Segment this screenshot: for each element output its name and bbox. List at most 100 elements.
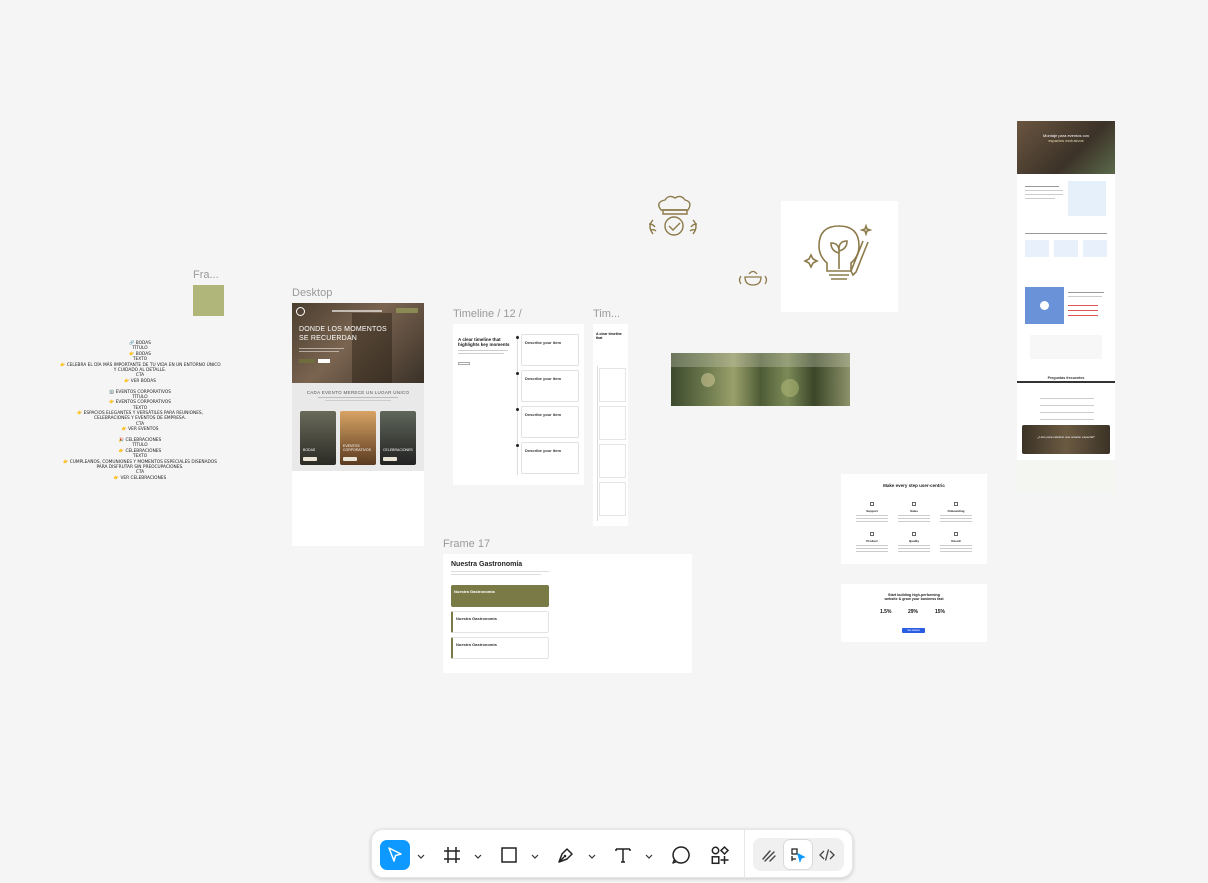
chevron-down-icon[interactable] xyxy=(530,849,540,861)
desktop-frame-label[interactable]: Desktop xyxy=(292,287,332,299)
card-corporativos: EVENTOS CORPORATIVOS xyxy=(340,411,376,465)
landing-video-thumbnail xyxy=(1025,287,1064,324)
feature-label: Quality xyxy=(908,539,920,543)
timeline-small-item xyxy=(599,406,626,440)
shape-tool-button[interactable] xyxy=(494,840,524,870)
gastronomia-card: Nuestra Gastronomía xyxy=(451,611,549,633)
stats-title-line2: website & grow your business fast xyxy=(884,597,944,601)
faq-title: Preguntas frecuentes xyxy=(1047,376,1085,380)
nav-menu xyxy=(332,310,382,312)
timeline-small-item xyxy=(599,444,626,478)
feature-item: Result xyxy=(936,530,976,556)
timeline-item: Describe your item xyxy=(521,442,579,474)
stat-value: 15% xyxy=(935,609,946,615)
building-arch xyxy=(352,313,392,383)
pen-icon xyxy=(558,848,573,863)
design-mode-button[interactable] xyxy=(784,840,812,869)
food-bowl-icon[interactable] xyxy=(737,264,769,290)
card-bodas-button xyxy=(303,457,317,461)
chevron-down-icon[interactable] xyxy=(587,849,597,861)
frame17-label[interactable]: Frame 17 xyxy=(443,538,490,550)
timeline-small-heading: A clear timeline that xyxy=(596,332,622,340)
landing-image-placeholder xyxy=(1068,181,1106,216)
timeline-item-title: Describe your item xyxy=(525,448,562,453)
feature-icon xyxy=(870,502,874,506)
timeline-item: Describe your item xyxy=(521,370,579,402)
timeline-item-title: Describe your item xyxy=(525,412,562,417)
feature-label: Product xyxy=(866,539,878,543)
draw-squiggle-icon xyxy=(762,849,776,862)
card-celebraciones: CELEBRACIONES xyxy=(380,411,416,465)
timeline-frame-label[interactable]: Timeline / 12 / xyxy=(453,308,522,320)
nav-cta-button xyxy=(396,308,418,313)
move-tool-button[interactable] xyxy=(380,840,410,870)
user-centric-title: Make every step user-centric xyxy=(883,483,945,488)
feature-label: Onboarding xyxy=(947,509,965,513)
feature-icon xyxy=(954,502,958,506)
pen-tool-button[interactable] xyxy=(551,840,581,870)
feature-icon xyxy=(954,532,958,536)
hero-secondary-button xyxy=(318,359,330,363)
landing-footer xyxy=(1017,460,1115,493)
timeline-item: Describe your item xyxy=(521,334,579,366)
feature-icon xyxy=(912,532,916,536)
timeline-item-title: Describe your item xyxy=(525,340,562,345)
stat-value: 1.5% xyxy=(880,609,892,615)
play-icon xyxy=(1040,301,1049,310)
timeline-item-title: Describe your item xyxy=(525,376,562,381)
timeline-cta xyxy=(458,362,470,365)
stat-value: 29% xyxy=(908,609,919,615)
hero-title-line1: DONDE LOS MOMENTOS xyxy=(299,326,387,333)
card-celebraciones-label: CELEBRACIONES xyxy=(383,448,413,452)
logo-icon xyxy=(296,307,305,316)
card-bodas: BODAS xyxy=(300,411,336,465)
landing-banner-text: ¿Listo para celebrar una ocasión especia… xyxy=(1037,435,1095,439)
gastronomia-card-title: Nuestra Gastronomía xyxy=(456,642,497,647)
events-section-title: CADA EVENTO MERECE UN LUGAR ÚNICO xyxy=(306,390,410,395)
feature-label: Support xyxy=(866,509,878,513)
text-icon xyxy=(615,848,631,863)
gastronomia-card: Nuestra Gastronomía xyxy=(451,637,549,659)
small-frame-label[interactable]: Fra... xyxy=(193,269,219,281)
card-corporativos-button xyxy=(343,457,357,461)
user-centric-grid: Support Sales Onboarding Product Quality Resu… xyxy=(852,500,978,556)
frame-tool-button[interactable] xyxy=(437,840,467,870)
landing-cta-banner: ¿Listo para celebrar una ocasión especia… xyxy=(1022,425,1110,454)
gastronomia-card-title: Nuestra Gastronomía xyxy=(454,589,495,594)
dev-mode-button[interactable] xyxy=(813,840,841,869)
lightbulb-idea-icon xyxy=(803,223,873,280)
code-icon xyxy=(819,848,835,861)
garden-image[interactable] xyxy=(671,353,850,406)
chef-hat-check-icon[interactable] xyxy=(641,194,703,240)
timeline-small-item xyxy=(599,482,626,516)
draw-mode-button[interactable] xyxy=(755,840,783,869)
hero-title-line2: SE RECUERDAN xyxy=(299,335,358,342)
content-outline[interactable]: 🔗 BODAS TÍTULO 👉 BODAS TEXTO 👉 CELEBRA EL DÍ… xyxy=(60,341,221,481)
rectangle-icon xyxy=(501,847,517,863)
color-swatch-frame[interactable] xyxy=(193,285,224,316)
timeline-heading: A clear timeline that highlights key mom… xyxy=(458,337,513,347)
text-tool-button[interactable] xyxy=(608,840,638,870)
chevron-down-icon[interactable] xyxy=(644,849,654,861)
card-corporativos-label: EVENTOS CORPORATIVOS xyxy=(343,444,371,452)
feature-label: Sales xyxy=(910,509,918,513)
lightbulb-frame[interactable] xyxy=(781,201,898,312)
timeline-small-frame-label[interactable]: Tim... xyxy=(593,308,620,320)
actions-icon xyxy=(711,845,730,865)
chevron-down-icon[interactable] xyxy=(473,849,483,861)
timeline-item: Describe your item xyxy=(521,406,579,438)
timeline-heading-line2: highlights key moments xyxy=(458,342,510,347)
card-celebraciones-button xyxy=(383,457,397,461)
comment-bubble-icon xyxy=(672,846,690,864)
card-bodas-label: BODAS xyxy=(303,448,316,452)
bottom-toolbar xyxy=(371,829,853,879)
landing-hero-line2: espacios exclusivos xyxy=(1048,138,1084,143)
stats-title: Start building high-performing website &… xyxy=(841,593,987,601)
actions-tool-button[interactable] xyxy=(705,840,735,870)
feature-label: Result xyxy=(951,539,961,543)
outline-line: 👉 VER CELEBRACIONES xyxy=(113,475,167,481)
feature-item: Sales xyxy=(894,500,934,526)
comment-tool-button[interactable] xyxy=(666,840,696,870)
hero-primary-button xyxy=(299,359,315,363)
chevron-down-icon[interactable] xyxy=(416,849,426,861)
